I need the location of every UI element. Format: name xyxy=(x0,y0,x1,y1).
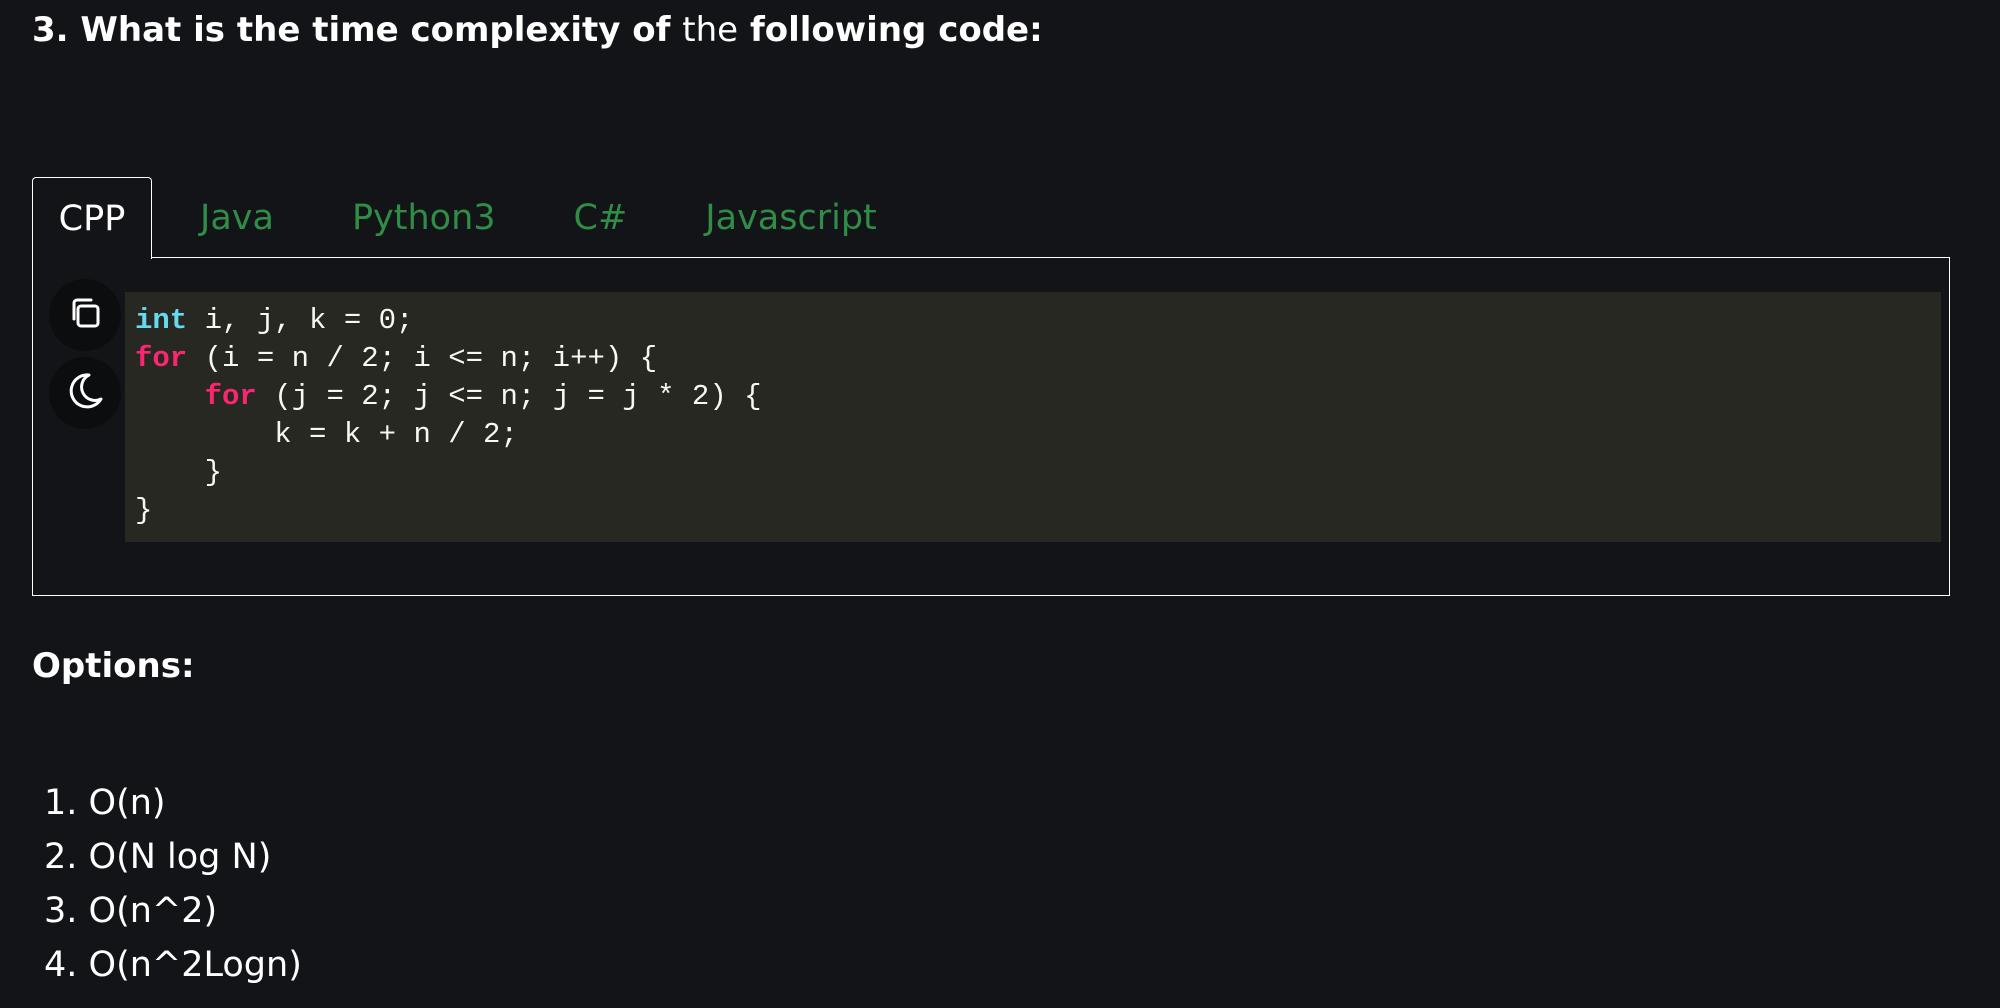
code-text: i, j, k = 0; xyxy=(187,304,414,337)
option-item: 4. O(n^2Logn) xyxy=(44,945,302,985)
tab-javascript[interactable]: Javascript xyxy=(705,177,876,259)
theme-toggle-button[interactable] xyxy=(49,357,121,429)
options-heading: Options: xyxy=(32,646,195,686)
code-text: (j = 2; j <= n; j = j * 2) { xyxy=(256,380,762,413)
question-title-part1: 3. What is the time complexity of xyxy=(32,10,683,50)
language-tabs: CPP Java Python3 C# Javascript xyxy=(32,177,877,259)
code-line: k = k + n / 2; xyxy=(135,418,518,451)
tab-java[interactable]: Java xyxy=(200,177,274,259)
option-item: 1. O(n) xyxy=(44,783,166,823)
copy-icon xyxy=(65,293,105,337)
code-line: } xyxy=(135,456,223,489)
question-title: 3. What is the time complexity of the fo… xyxy=(32,6,1043,54)
option-item: 3. O(n^2) xyxy=(44,891,218,931)
code-text: (i = n / 2; i <= n; i++) { xyxy=(187,342,658,375)
copy-code-button[interactable] xyxy=(49,279,121,351)
code-keyword: for xyxy=(135,342,188,375)
code-line: int i, j, k = 0; xyxy=(135,302,1941,340)
code-panel: int i, j, k = 0; for (i = n / 2; i <= n;… xyxy=(32,257,1950,596)
code-line: for (j = 2; j <= n; j = j * 2) { xyxy=(135,378,1941,416)
tab-csharp[interactable]: C# xyxy=(574,177,628,259)
tab-cpp[interactable]: CPP xyxy=(32,177,152,259)
option-item: 2. O(N log N) xyxy=(44,837,272,877)
code-keyword: int xyxy=(135,304,188,337)
options-list: 1. O(n) 2. O(N log N) 3. O(n^2) 4. O(n^2… xyxy=(44,776,302,992)
tab-python3[interactable]: Python3 xyxy=(352,177,496,259)
question-title-part3: following code: xyxy=(738,10,1043,50)
code-block: int i, j, k = 0; for (i = n / 2; i <= n;… xyxy=(125,292,1941,542)
code-line: for (i = n / 2; i <= n; i++) { xyxy=(135,340,1941,378)
question-title-part2: the xyxy=(682,10,739,50)
moon-icon xyxy=(63,369,107,417)
code-keyword: for xyxy=(204,380,257,413)
code-line: } xyxy=(135,494,153,527)
